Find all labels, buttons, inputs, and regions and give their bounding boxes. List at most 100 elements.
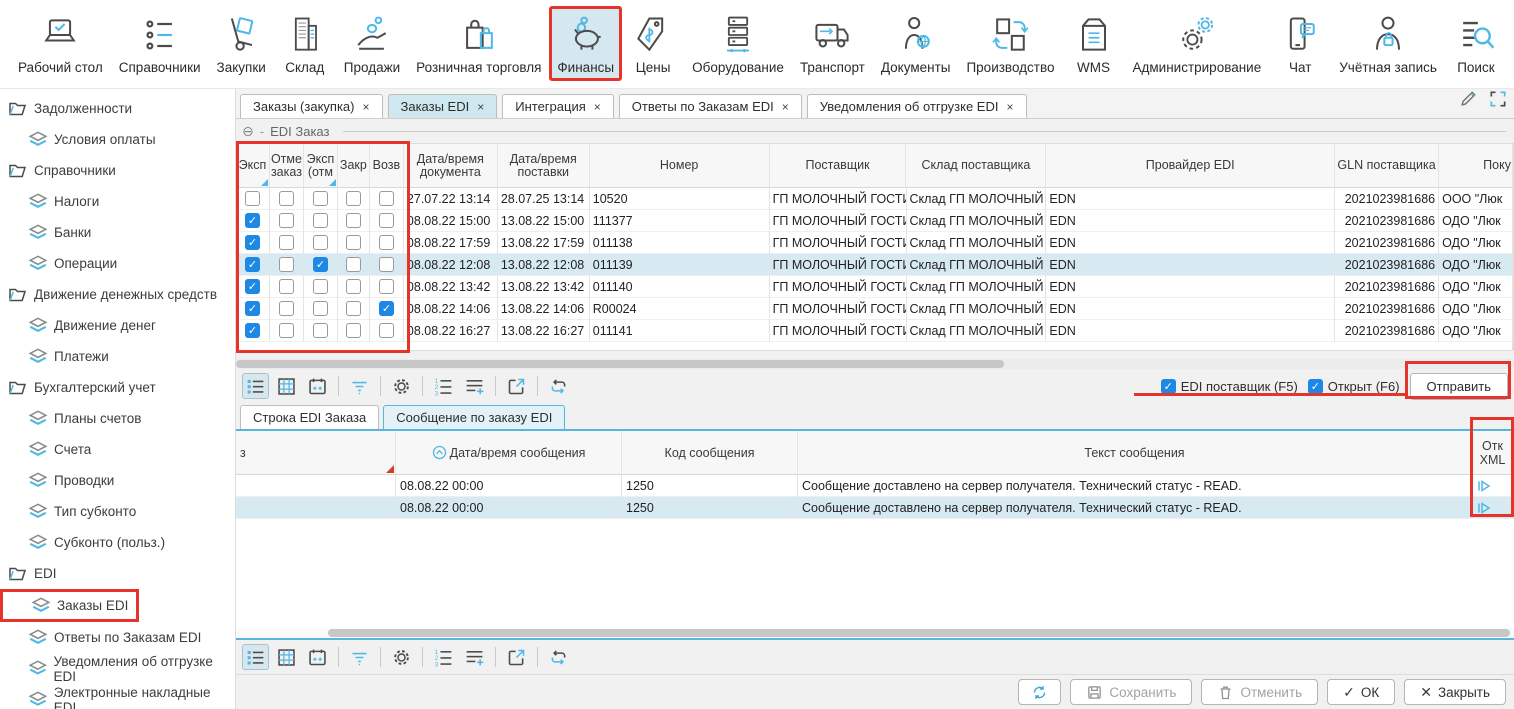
orders-col-header[interactable]: Возв (370, 144, 404, 188)
orders-col-header[interactable]: Провайдер EDI (1046, 144, 1335, 188)
orders-horizontal-scrollbar[interactable] (236, 359, 1514, 369)
order-row[interactable]: ✓08.08.22 15:0013.08.22 15:00111377ГП МО… (236, 210, 1513, 232)
order-row[interactable]: ✓08.08.22 13:4213.08.22 13:42011140ГП МО… (236, 276, 1513, 298)
order-flag-checkbox[interactable] (346, 235, 361, 250)
nav-item-10[interactable]: Транспорт (792, 6, 873, 81)
tab-3[interactable]: Интеграция × (502, 94, 614, 118)
order-flag-checkbox[interactable] (379, 235, 394, 250)
save-button[interactable]: Сохранить (1070, 679, 1192, 705)
tab-5[interactable]: Уведомления об отгрузке EDI × (807, 94, 1027, 118)
view-list-icon[interactable] (242, 373, 269, 399)
orders-col-header[interactable]: Дата/время документа (404, 144, 498, 188)
messages-col-header-partial[interactable]: з (236, 431, 396, 475)
order-flag-checkbox[interactable] (379, 191, 394, 206)
view-grid-icon[interactable] (273, 644, 300, 670)
nav-item-1[interactable]: Рабочий стол (10, 6, 111, 81)
view-grid-icon[interactable] (273, 373, 300, 399)
order-flag-checkbox[interactable] (346, 213, 361, 228)
orders-col-header[interactable]: Номер (590, 144, 770, 188)
order-flag-checkbox[interactable]: ✓ (313, 257, 328, 272)
edi-supplier-checkbox-box[interactable]: ✓ (1161, 379, 1176, 394)
order-flag-checkbox[interactable]: ✓ (379, 301, 394, 316)
reload-icon[interactable] (545, 373, 572, 399)
detail-tab-2[interactable]: Сообщение по заказу EDI (383, 405, 565, 429)
order-flag-checkbox[interactable] (313, 235, 328, 250)
order-row[interactable]: ✓✓08.08.22 14:0613.08.22 14:06R00024ГП М… (236, 298, 1513, 320)
detail-tab-1[interactable]: Строка EDI Заказа (240, 405, 379, 429)
edi-supplier-checkbox[interactable]: ✓ EDI поставщик (F5) (1161, 379, 1298, 394)
order-row[interactable]: ✓08.08.22 16:2713.08.22 16:27011141ГП МО… (236, 320, 1513, 342)
nav-item-5[interactable]: Продажи (336, 6, 408, 81)
sidebar-item-1[interactable]: Задолженности (0, 93, 235, 124)
order-flag-checkbox[interactable]: ✓ (245, 301, 260, 316)
order-flag-checkbox[interactable] (346, 323, 361, 338)
open-xml-icon[interactable] (1476, 478, 1492, 494)
order-flag-checkbox[interactable] (346, 279, 361, 294)
reload-icon[interactable] (545, 644, 572, 670)
order-flag-checkbox[interactable] (313, 323, 328, 338)
sidebar-item-12[interactable]: Счета (0, 434, 235, 465)
order-flag-checkbox[interactable]: ✓ (245, 323, 260, 338)
cancel-button[interactable]: Отменить (1201, 679, 1318, 705)
tab-1[interactable]: Заказы (закупка) × (240, 94, 383, 118)
orders-col-header[interactable]: Закр (338, 144, 370, 188)
tab-2[interactable]: Заказы EDI × (388, 94, 498, 118)
message-row[interactable]: 08.08.22 00:001250Сообщение доставлено н… (236, 497, 1514, 519)
nav-item-8[interactable]: Цены (622, 6, 684, 81)
sidebar-item-6[interactable]: Операции (0, 248, 235, 279)
close-button[interactable]: ✕Закрыть (1404, 679, 1506, 705)
fullscreen-icon[interactable] (1488, 89, 1508, 114)
nav-item-7[interactable]: Финансы (549, 6, 622, 81)
sidebar-item-20[interactable]: Электронные накладные EDI (0, 684, 235, 709)
filter-icon[interactable] (346, 644, 373, 670)
sidebar-item-2[interactable]: Условия оплаты (0, 124, 235, 155)
order-flag-checkbox[interactable] (379, 279, 394, 294)
view-list-icon[interactable] (242, 644, 269, 670)
sidebar-item-16[interactable]: EDI (0, 558, 235, 589)
order-flag-checkbox[interactable] (279, 235, 294, 250)
view-calendar-icon[interactable] (304, 644, 331, 670)
order-flag-checkbox[interactable] (279, 279, 294, 294)
numbered-list-icon[interactable]: 123 (430, 644, 457, 670)
add-row-icon[interactable] (461, 373, 488, 399)
tab-close-icon[interactable]: × (362, 100, 369, 114)
collapse-icon[interactable]: ⊖ (242, 123, 254, 140)
sidebar-item-5[interactable]: Банки (0, 217, 235, 248)
tab-4[interactable]: Ответы по Заказам EDI × (619, 94, 802, 118)
sidebar-item-18[interactable]: Ответы по Заказам EDI (0, 622, 235, 653)
tab-close-icon[interactable]: × (477, 100, 484, 114)
open-checkbox-box[interactable]: ✓ (1308, 379, 1323, 394)
tab-close-icon[interactable]: × (782, 100, 789, 114)
nav-item-16[interactable]: Учётная запись (1331, 6, 1445, 81)
order-flag-checkbox[interactable] (279, 191, 294, 206)
nav-item-2[interactable]: Справочники (111, 6, 209, 81)
nav-item-6[interactable]: Розничная торговля (408, 6, 549, 81)
edit-pencil-icon[interactable] (1458, 89, 1478, 114)
orders-col-header[interactable]: Дата/время поставки (498, 144, 590, 188)
nav-item-4[interactable]: Склад (274, 6, 336, 81)
sidebar-item-10[interactable]: Бухгалтерский учет (0, 372, 235, 403)
order-flag-checkbox[interactable] (313, 191, 328, 206)
nav-item-12[interactable]: Производство (958, 6, 1062, 81)
send-button[interactable]: Отправить (1410, 373, 1508, 400)
orders-col-header[interactable]: Эксп (236, 144, 270, 188)
nav-item-9[interactable]: Оборудование (684, 6, 792, 81)
order-flag-checkbox[interactable] (245, 191, 260, 206)
open-checkbox[interactable]: ✓ Открыт (F6) (1308, 379, 1400, 394)
tab-close-icon[interactable]: × (594, 100, 601, 114)
nav-item-17[interactable]: Поиск (1445, 6, 1507, 81)
order-flag-checkbox[interactable] (346, 257, 361, 272)
open-xml-icon[interactable] (1476, 500, 1492, 516)
orders-col-header[interactable]: Поставщик (770, 144, 907, 188)
orders-col-header[interactable]: Отме заказ (270, 144, 304, 188)
nav-item-11[interactable]: Документы (873, 6, 959, 81)
orders-col-header[interactable]: Эксп (отм (304, 144, 338, 188)
sidebar-item-19[interactable]: Уведомления об отгрузке EDI (0, 653, 235, 684)
order-flag-checkbox[interactable] (313, 279, 328, 294)
messages-col-header-datetime[interactable]: Дата/время сообщения (396, 431, 622, 475)
sidebar-item-8[interactable]: Движение денег (0, 310, 235, 341)
order-row[interactable]: ✓08.08.22 17:5913.08.22 17:59011138ГП МО… (236, 232, 1513, 254)
nav-item-15[interactable]: Чат (1269, 6, 1331, 81)
order-flag-checkbox[interactable] (313, 301, 328, 316)
sidebar-item-17[interactable]: Заказы EDI (0, 589, 139, 622)
